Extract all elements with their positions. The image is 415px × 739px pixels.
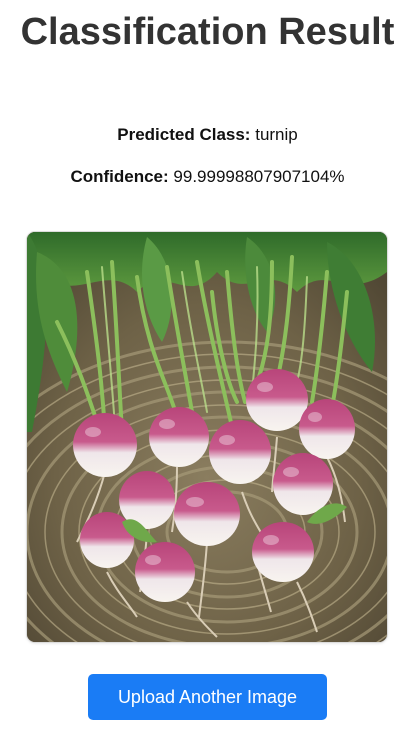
confidence-label: Confidence: (70, 167, 169, 186)
uploaded-image (27, 232, 387, 642)
turnips-photo (27, 232, 387, 642)
classification-result-page: Classification Result Predicted Class: t… (0, 0, 415, 739)
predicted-class-label: Predicted Class: (117, 125, 251, 144)
page-title: Classification Result (20, 11, 395, 53)
upload-another-image-button[interactable]: Upload Another Image (88, 674, 327, 720)
predicted-class-line: Predicted Class: turnip (0, 124, 415, 146)
predicted-class-value: turnip (255, 125, 298, 144)
confidence-line: Confidence: 99.99998807907104% (0, 166, 415, 188)
confidence-value: 99.99998807907104% (173, 167, 345, 186)
